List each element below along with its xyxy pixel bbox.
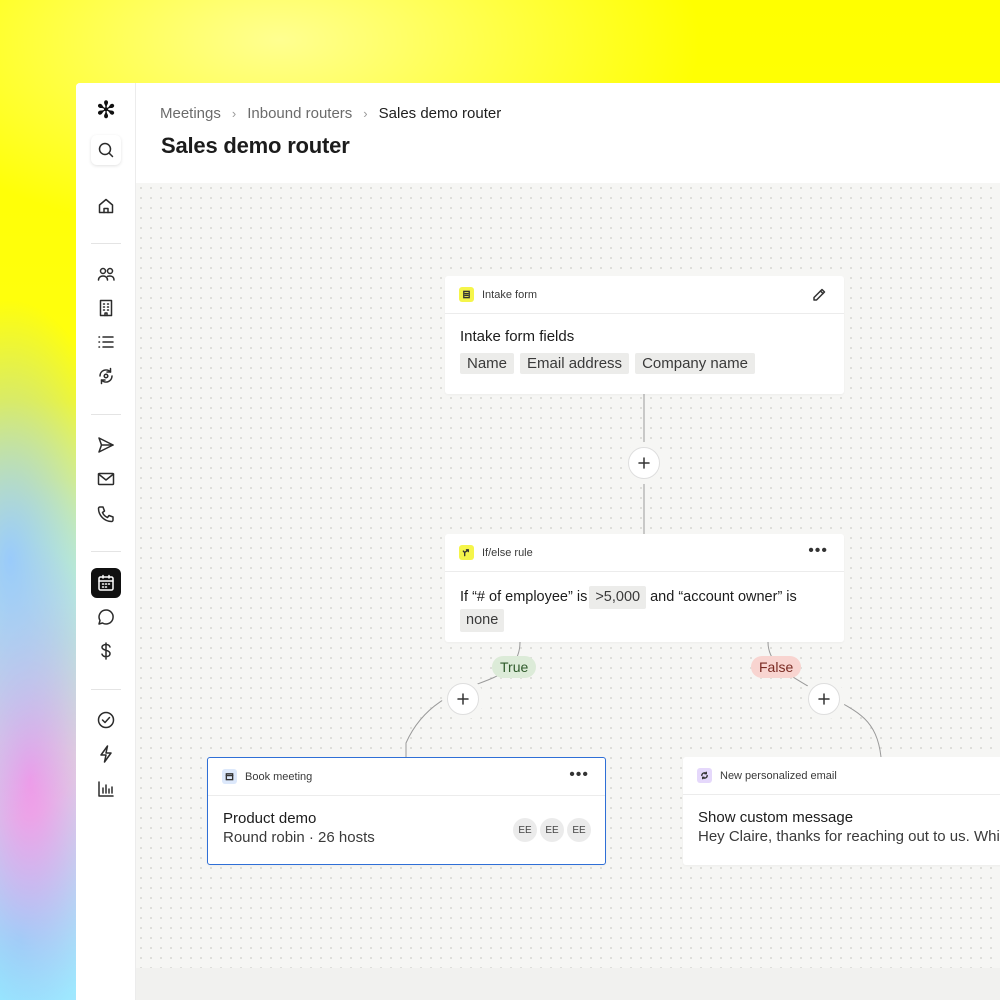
- sidebar-divider: [91, 551, 121, 552]
- rule-condition: If “# of employee” is >5,000 and “account …: [460, 586, 829, 632]
- field-chip-email: Email address: [520, 353, 630, 374]
- host-avatars: EE EE EE: [510, 818, 591, 842]
- chevron-right-icon: ›: [231, 106, 237, 121]
- dollar-icon[interactable]: [91, 636, 121, 666]
- field-chip-name: Name: [460, 353, 515, 374]
- field-chips: Name Email address Company name: [460, 353, 829, 374]
- search-icon[interactable]: [91, 135, 121, 165]
- rule-text-2: and “account owner” is: [650, 589, 797, 605]
- avatar[interactable]: EE: [513, 818, 537, 842]
- logo-glyph: ✻: [95, 97, 117, 124]
- page-header: Meetings › Inbound routers › Sales demo …: [136, 83, 1000, 183]
- if-else-rule-node[interactable]: If/else rule ••• If “# of employee” is >5…: [445, 534, 844, 642]
- personalized-email-node[interactable]: New personalized email Show custom messa…: [683, 757, 1000, 865]
- sidebar-divider: [91, 414, 121, 415]
- people-icon[interactable]: [91, 259, 121, 289]
- node-title: Intake form fields: [460, 328, 575, 345]
- logo-icon[interactable]: ✻: [91, 96, 121, 126]
- home-icon[interactable]: [91, 191, 121, 221]
- footer-strip: [136, 968, 1000, 1000]
- chat-icon[interactable]: [91, 602, 121, 632]
- add-step-button[interactable]: [808, 683, 840, 715]
- send-icon[interactable]: [91, 430, 121, 460]
- avatar[interactable]: EE: [540, 818, 564, 842]
- avatar[interactable]: EE: [567, 818, 591, 842]
- node-subtitle: Hey Claire, thanks for reaching out to u…: [698, 828, 1000, 845]
- field-chip-company: Company name: [635, 353, 755, 374]
- edit-icon[interactable]: [810, 286, 828, 304]
- node-header: Intake form: [445, 276, 844, 314]
- router-canvas[interactable]: Intake form Intake form fields Name Email…: [136, 183, 1000, 968]
- node-body: Show custom message Hey Claire, thanks f…: [683, 795, 1000, 859]
- node-header: New personalized email: [683, 757, 1000, 795]
- breadcrumb-current: Sales demo router: [378, 105, 502, 122]
- bar-chart-icon[interactable]: [91, 774, 121, 804]
- calendar-icon[interactable]: [91, 568, 121, 598]
- chevron-right-icon: ›: [363, 106, 368, 121]
- plus-icon: [638, 457, 650, 469]
- add-step-button[interactable]: [447, 683, 479, 715]
- calendar-icon: [222, 769, 237, 784]
- rule-value-chip: >5,000: [589, 586, 647, 609]
- rule-value-chip: none: [460, 609, 505, 632]
- node-header: If/else rule •••: [445, 534, 844, 572]
- breadcrumb-inbound-routers[interactable]: Inbound routers: [247, 105, 352, 122]
- node-title: Show custom message: [698, 809, 854, 826]
- mail-icon[interactable]: [91, 464, 121, 494]
- intake-form-node[interactable]: Intake form Intake form fields Name Email…: [445, 276, 844, 394]
- bolt-icon[interactable]: [91, 739, 121, 769]
- app-window: ✻ Meetings › Inbound routers › Sales dem…: [76, 83, 1000, 1000]
- rule-text-1: If “# of employee” is: [460, 589, 588, 605]
- add-step-button[interactable]: [628, 447, 660, 479]
- building-icon[interactable]: [91, 293, 121, 323]
- sidebar-divider: [91, 689, 121, 690]
- breadcrumb: Meetings › Inbound routers › Sales demo …: [160, 105, 501, 122]
- book-meeting-node[interactable]: Book meeting ••• Product demo Round robi…: [207, 757, 606, 865]
- more-options-icon[interactable]: •••: [808, 543, 828, 559]
- branch-icon: [459, 545, 474, 560]
- more-options-icon[interactable]: •••: [569, 767, 589, 783]
- phone-icon[interactable]: [91, 499, 121, 529]
- main-area: Meetings › Inbound routers › Sales demo …: [136, 83, 1000, 1000]
- branch-true-label: True: [492, 656, 537, 678]
- node-type-label: If/else rule: [482, 546, 533, 559]
- node-type-label: Book meeting: [245, 770, 313, 783]
- plus-icon: [818, 693, 830, 705]
- node-type-label: Intake form: [482, 288, 538, 301]
- sidebar: ✻: [76, 83, 136, 1000]
- plus-icon: [457, 693, 469, 705]
- form-icon: [459, 287, 474, 302]
- branch-false-label: False: [751, 656, 802, 678]
- sidebar-divider: [91, 243, 121, 244]
- page-title: Sales demo router: [161, 133, 350, 158]
- node-body: If “# of employee” is >5,000 and “account …: [445, 572, 844, 646]
- check-circle-icon[interactable]: [91, 705, 121, 735]
- node-body: Intake form fields Name Email address Comp…: [445, 314, 844, 388]
- node-header: Book meeting •••: [208, 758, 605, 796]
- refresh-icon: [697, 768, 712, 783]
- list-icon[interactable]: [91, 327, 121, 357]
- breadcrumb-meetings[interactable]: Meetings: [160, 105, 221, 122]
- node-type-label: New personalized email: [720, 769, 837, 782]
- sync-icon[interactable]: [91, 361, 121, 391]
